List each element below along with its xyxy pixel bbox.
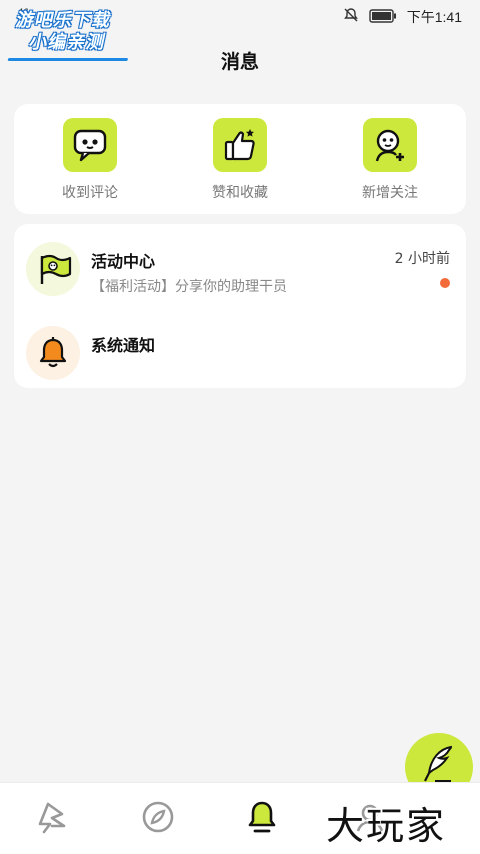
thumbs-up-icon — [213, 118, 267, 172]
add-follower-icon — [363, 118, 417, 172]
new-followers-button[interactable]: 新增关注 — [330, 118, 450, 202]
tab-messages[interactable] — [242, 799, 282, 839]
bell-icon — [245, 799, 279, 839]
comment-icon — [63, 118, 117, 172]
clock: 下午1:41 — [406, 9, 462, 25]
quick-actions-card: 收到评论 赞和收藏 新增关注 — [14, 104, 466, 214]
tab-discover[interactable] — [138, 799, 178, 839]
message-list-card: 活动中心 【福利活动】分享你的助理干员 2 小时前 系统通知 — [14, 224, 466, 388]
battery-icon — [369, 8, 397, 27]
likes-and-favorites-button[interactable]: 赞和收藏 — [180, 118, 300, 202]
unread-dot — [440, 278, 450, 288]
new-followers-label: 新增关注 — [362, 185, 418, 201]
mute-icon — [343, 7, 359, 27]
flag-icon — [26, 242, 80, 296]
page-title: 消息 — [220, 51, 259, 73]
activity-center-preview: 【福利活动】分享你的助理干员 — [91, 279, 287, 295]
message-row-system-notice[interactable]: 系统通知 — [14, 314, 466, 386]
bell-icon — [26, 326, 80, 380]
likes-and-favorites-label: 赞和收藏 — [212, 185, 268, 201]
compass-icon — [141, 800, 175, 838]
message-row-activity-center[interactable]: 活动中心 【福利活动】分享你的助理干员 2 小时前 — [14, 230, 466, 302]
activity-center-title: 活动中心 — [91, 252, 156, 271]
activity-center-time: 2 小时前 — [394, 251, 450, 267]
comments-received-label: 收到评论 — [62, 185, 118, 201]
home-icon — [34, 800, 70, 838]
system-notice-title: 系统通知 — [91, 336, 156, 355]
watermark-line-1: 游吧乐下载 — [13, 10, 114, 31]
status-icons: 下午1:41 — [343, 8, 462, 26]
comments-received-button[interactable]: 收到评论 — [30, 118, 150, 202]
tab-home[interactable] — [32, 799, 72, 839]
watermark-brand: 大玩家 — [326, 804, 447, 848]
